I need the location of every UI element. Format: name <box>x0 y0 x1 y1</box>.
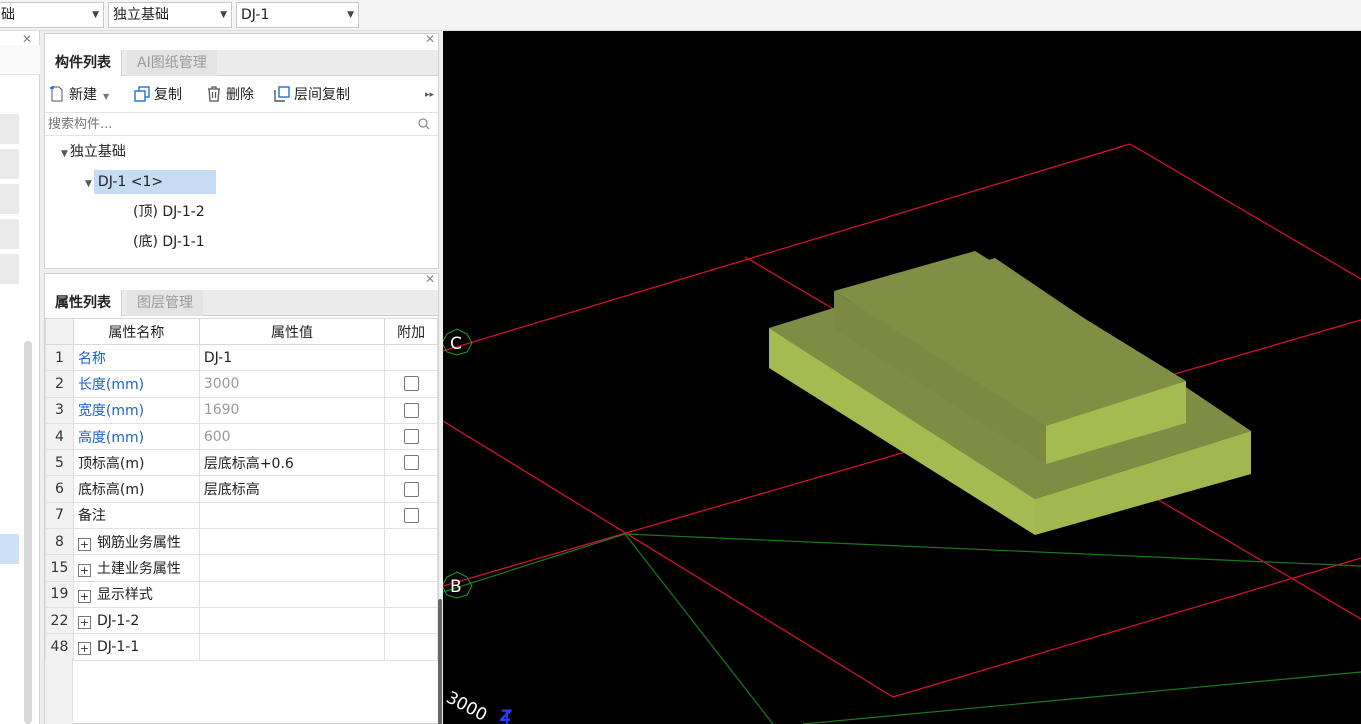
tree-root[interactable]: ▼ 独立基础 <box>61 140 126 164</box>
nav-item-selected[interactable] <box>0 534 19 564</box>
copy-button[interactable]: 复制 <box>134 84 182 106</box>
tab-property-list[interactable]: 属性列表 <box>45 290 122 316</box>
close-icon[interactable]: ✕ <box>425 272 435 286</box>
table-row[interactable]: 2 长度(mm) 3000 <box>45 370 438 398</box>
table-row[interactable]: 22 + DJ-1-2 <box>45 606 438 635</box>
close-icon[interactable]: ✕ <box>22 32 32 46</box>
table-row[interactable]: 5 顶标高(m) 层底标高+0.6 <box>45 449 438 477</box>
nav-item[interactable] <box>0 219 19 249</box>
navigation-panel: ✕ <box>0 31 40 724</box>
table-row[interactable]: 48 + DJ-1-1 <box>45 633 438 661</box>
header-extra: 附加 <box>384 318 438 345</box>
table-row[interactable]: 4 高度(mm) 600 <box>45 422 438 451</box>
middle-panel: ✕ 构件列表 AI图纸管理 新建▼ 复制 删除 层间复制 ▸▸ ▼独立基础 <box>40 31 443 724</box>
expand-icon[interactable]: + <box>77 615 91 629</box>
svg-text:C: C <box>450 334 462 354</box>
property-value[interactable]: 层底标高+0.6 <box>198 449 386 477</box>
z-axis-label: Z <box>499 706 512 724</box>
3d-scene[interactable]: C B 3000 Z <box>443 31 1361 724</box>
table-row[interactable]: 1 名称 DJ-1 <box>45 343 438 372</box>
extra-checkbox[interactable] <box>403 429 419 445</box>
extra-checkbox[interactable] <box>403 402 419 418</box>
close-icon[interactable]: ✕ <box>425 32 435 46</box>
property-value[interactable] <box>198 501 386 530</box>
expand-icon[interactable]: + <box>77 564 91 578</box>
axis-marker-c[interactable]: C <box>443 328 473 356</box>
extra-checkbox[interactable] <box>403 376 419 392</box>
collapse-icon[interactable]: ▼ <box>61 149 68 159</box>
tree-item-top[interactable]: (顶) DJ-1-2 <box>133 200 205 224</box>
floor-type-select[interactable]: 础 ▼ <box>0 2 104 28</box>
extra-checkbox[interactable] <box>403 507 419 523</box>
property-value[interactable]: 1690 <box>198 396 386 424</box>
expand-icon[interactable]: + <box>77 590 91 604</box>
svg-text:B: B <box>450 577 462 597</box>
property-value[interactable]: 3000 <box>198 370 386 398</box>
extra-checkbox[interactable] <box>403 481 419 497</box>
property-value[interactable]: 600 <box>198 422 386 451</box>
header-value: 属性值 <box>198 318 386 345</box>
grid-line <box>1129 143 1361 280</box>
search-icon[interactable] <box>418 118 430 130</box>
component-select[interactable]: DJ-1 ▼ <box>236 2 359 28</box>
header-name: 属性名称 <box>72 318 200 345</box>
table-header: 属性名称 属性值 附加 <box>45 318 438 345</box>
property-value[interactable]: DJ-1 <box>198 343 386 372</box>
grid-line <box>624 533 1361 567</box>
top-toolbar: 础 ▼ 独立基础 ▼ DJ-1 ▼ <box>0 0 1361 31</box>
table-row[interactable]: 6 底标高(m) 层底标高 <box>45 475 438 503</box>
copy-icon <box>134 86 150 102</box>
more-icon[interactable]: ▸▸ <box>425 84 434 106</box>
chevron-down-icon: ▼ <box>92 10 99 20</box>
collapse-icon[interactable]: ▼ <box>85 179 92 189</box>
grid-lines-green <box>443 533 1361 724</box>
nav-item[interactable] <box>0 114 19 144</box>
table-row[interactable]: 8 + 钢筋业务属性 <box>45 528 438 556</box>
scrollbar[interactable] <box>24 341 32 724</box>
tree-item-dj1[interactable]: ▼ DJ-1 <1> <box>85 170 216 194</box>
nav-item[interactable] <box>0 149 19 179</box>
tab-component-list[interactable]: 构件列表 <box>45 50 122 76</box>
component-tabs: 构件列表 AI图纸管理 <box>45 50 438 76</box>
nav-item[interactable] <box>0 184 19 214</box>
property-table: 属性名称 属性值 附加 1 名称 DJ-1 2 长度(mm) 3000 3 宽度… <box>45 318 438 661</box>
floor-copy-icon <box>274 86 290 102</box>
chevron-down-icon: ▼ <box>103 92 110 101</box>
chevron-down-icon: ▼ <box>220 10 227 20</box>
search-input[interactable] <box>45 113 405 135</box>
table-row[interactable]: 19 + 显示样式 <box>45 580 438 608</box>
dimension-label: 3000 <box>443 688 490 724</box>
extra-checkbox[interactable] <box>403 455 419 471</box>
table-row[interactable]: 3 宽度(mm) 1690 <box>45 396 438 424</box>
expand-icon[interactable]: + <box>77 537 91 551</box>
grid-line <box>892 557 1361 698</box>
search-box <box>45 112 438 136</box>
delete-button[interactable]: 删除 <box>206 84 254 106</box>
property-value[interactable]: 层底标高 <box>198 475 386 503</box>
scrollbar[interactable] <box>438 599 442 724</box>
expand-icon[interactable]: + <box>77 641 91 655</box>
tab-layer-manage[interactable]: 图层管理 <box>127 290 203 316</box>
table-row[interactable]: 15 + 土建业务属性 <box>45 554 438 582</box>
component-type-select[interactable]: 独立基础 ▼ <box>108 2 232 28</box>
tab-ai-drawing[interactable]: AI图纸管理 <box>127 50 217 76</box>
grid-line <box>624 533 774 724</box>
floor-copy-button[interactable]: 层间复制 <box>274 84 350 106</box>
grid-line <box>802 671 1361 724</box>
tree-item-bottom[interactable]: (底) DJ-1-1 <box>133 230 205 254</box>
property-pane: ✕ 属性列表 图层管理 属性名称 属性值 附加 1 名称 DJ-1 2 长度(m… <box>44 272 442 724</box>
grid-line <box>443 420 894 698</box>
3d-viewport[interactable]: C B 3000 Z <box>443 31 1361 724</box>
nav-item[interactable] <box>0 254 19 284</box>
new-button[interactable]: 新建 ▼ <box>49 84 109 106</box>
chevron-down-icon: ▼ <box>347 10 354 20</box>
property-tabs: 属性列表 图层管理 <box>45 290 438 316</box>
component-list-pane: ✕ 构件列表 AI图纸管理 新建▼ 复制 删除 层间复制 ▸▸ ▼独立基础 <box>44 32 439 269</box>
new-file-icon <box>50 86 63 102</box>
trash-icon <box>208 86 220 102</box>
component-toolbar: 新建 ▼ 复制 删除 层间复制 ▸▸ <box>45 80 438 110</box>
table-row[interactable]: 7 备注 <box>45 501 438 530</box>
navigation-header <box>0 45 40 75</box>
